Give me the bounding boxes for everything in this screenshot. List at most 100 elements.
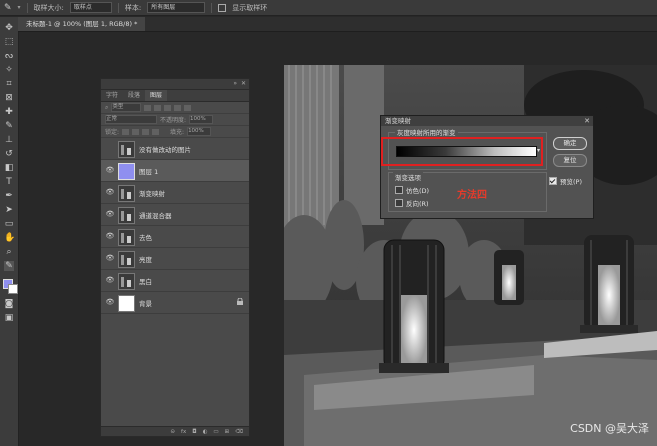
lock-pixels-icon[interactable] xyxy=(122,128,130,135)
sample-size-select[interactable]: 取样点 xyxy=(69,2,112,13)
stamp-tool-icon[interactable]: ⊥ xyxy=(4,135,14,145)
eye-icon[interactable]: 👁 xyxy=(105,297,115,307)
tab-character[interactable]: 字符 xyxy=(101,90,123,101)
hand-tool-icon[interactable]: ✋ xyxy=(4,233,15,243)
layer-name[interactable]: 去色 xyxy=(139,232,152,242)
path-select-icon[interactable]: ➤ xyxy=(4,205,14,215)
type-tool-icon[interactable]: T xyxy=(4,177,14,187)
layer-row[interactable]: 👁 通道混合器 xyxy=(101,204,249,226)
trash-icon[interactable]: ⌫ xyxy=(235,429,243,435)
visibility-off-icon[interactable] xyxy=(105,143,115,153)
eye-icon[interactable]: 👁 xyxy=(105,253,115,263)
lock-artboard-icon[interactable] xyxy=(142,128,150,135)
layer-thumbnail xyxy=(118,163,135,180)
reverse-option[interactable]: 反向(R) xyxy=(395,198,429,208)
close-icon[interactable]: ✕ xyxy=(241,79,246,89)
preview-option[interactable]: 预览(P) xyxy=(549,176,582,186)
screen-mode-icon[interactable]: ▣ xyxy=(4,313,14,323)
layer-name[interactable]: 通道混合器 xyxy=(139,210,172,220)
layer-row[interactable]: 👁 黑白 xyxy=(101,270,249,292)
close-icon[interactable]: ✕ xyxy=(584,116,590,126)
layer-row-selected[interactable]: 👁 图层 1 xyxy=(101,160,249,182)
dialog-title: 渐变映射 xyxy=(381,116,593,126)
reverse-checkbox[interactable] xyxy=(395,199,403,207)
preview-checkbox[interactable] xyxy=(549,177,557,185)
eye-icon[interactable]: 👁 xyxy=(105,275,115,285)
eyedropper-tool-icon[interactable]: ✎ xyxy=(4,261,14,271)
eye-icon[interactable]: 👁 xyxy=(105,187,115,197)
layer-thumbnail xyxy=(118,295,135,312)
panel-header[interactable]: » ✕ xyxy=(101,79,249,90)
divider xyxy=(26,2,28,13)
pen-tool-icon[interactable]: ✒ xyxy=(4,191,14,201)
blend-mode-select[interactable]: 正常 xyxy=(105,115,157,124)
eye-icon[interactable]: 👁 xyxy=(105,209,115,219)
layer-row[interactable]: 👁 渐变映射 xyxy=(101,182,249,204)
sample-size-label: 取样大小: xyxy=(33,3,64,12)
show-ring-checkbox[interactable] xyxy=(218,3,227,12)
layer-name[interactable]: 黑白 xyxy=(139,276,152,286)
lasso-tool-icon[interactable]: ᔓ xyxy=(4,51,14,61)
move-tool-icon[interactable]: ✥ xyxy=(4,23,14,33)
reset-button[interactable]: 复位 xyxy=(553,154,587,167)
dither-option[interactable]: 仿色(D) xyxy=(395,185,429,195)
quick-mask-icon[interactable]: ◙ xyxy=(4,299,14,309)
layer-row[interactable]: 👁 亮度 xyxy=(101,248,249,270)
filter-kind-select[interactable]: 类型 xyxy=(111,103,142,112)
layer-row[interactable]: 没有做改动的图片 xyxy=(101,138,249,160)
layer-name[interactable]: 图层 1 xyxy=(139,166,158,176)
frame-tool-icon[interactable]: ⊠ xyxy=(4,93,14,103)
quick-select-tool-icon[interactable]: ✧ xyxy=(4,65,14,75)
layer-list: 没有做改动的图片 👁 图层 1 👁 渐变映射 👁 通道混合器 👁 去色 👁 亮度 xyxy=(101,138,249,314)
tab-paragraph[interactable]: 段落 xyxy=(123,90,145,101)
chevron-down-icon[interactable]: ▾ xyxy=(18,4,21,11)
eye-icon[interactable]: 👁 xyxy=(105,231,115,241)
link-icon[interactable]: ⊝ xyxy=(170,429,175,435)
smart-filter-icon[interactable] xyxy=(184,104,192,111)
zoom-tool-icon[interactable]: ⌕ xyxy=(4,247,14,257)
opacity-input[interactable]: 100% xyxy=(189,115,214,124)
lock-label: 锁定: xyxy=(105,129,120,136)
collapse-icon[interactable]: » xyxy=(233,79,237,89)
pixel-filter-icon[interactable] xyxy=(144,104,152,111)
layer-name[interactable]: 渐变映射 xyxy=(139,188,165,198)
brush-tool-icon[interactable]: ✎ xyxy=(4,121,14,131)
lock-position-icon[interactable] xyxy=(132,128,140,135)
layer-row[interactable]: 👁 背景 xyxy=(101,292,249,314)
background-color-swatch[interactable] xyxy=(8,284,18,294)
document-tab[interactable]: 未标题-1 @ 100% (图层 1, RGB/8) * xyxy=(18,17,146,31)
fx-icon[interactable]: fx xyxy=(181,429,186,435)
history-brush-icon[interactable]: ↺ xyxy=(4,149,14,159)
folder-icon[interactable]: ▭ xyxy=(213,429,218,435)
layer-thumbnail xyxy=(118,273,135,290)
eraser-tool-icon[interactable]: ◧ xyxy=(4,163,14,173)
shape-tool-icon[interactable]: ▭ xyxy=(4,219,14,229)
mask-icon[interactable]: ◘ xyxy=(192,429,196,435)
marquee-tool-icon[interactable]: ⬚ xyxy=(4,37,14,47)
layer-name[interactable]: 没有做改动的图片 xyxy=(139,144,191,154)
layer-thumbnail xyxy=(118,141,135,158)
ok-button[interactable]: 确定 xyxy=(553,137,587,150)
sample-select[interactable]: 所有图层 xyxy=(147,2,206,13)
layer-name[interactable]: 亮度 xyxy=(139,254,152,264)
type-filter-icon[interactable] xyxy=(164,104,172,111)
watermark: CSDN @吴大泽 xyxy=(570,422,649,435)
shape-filter-icon[interactable] xyxy=(174,104,182,111)
adjustment-filter-icon[interactable] xyxy=(154,104,162,111)
eye-icon[interactable]: 👁 xyxy=(105,165,115,175)
layer-name[interactable]: 背景 xyxy=(139,298,152,308)
adjustment-icon[interactable]: ◐ xyxy=(203,429,208,435)
layer-thumbnail xyxy=(118,251,135,268)
crop-tool-icon[interactable]: ⌗ xyxy=(4,79,14,89)
panel-footer: ⊝ fx ◘ ◐ ▭ ⊞ ⌫ xyxy=(101,426,249,436)
dither-checkbox[interactable] xyxy=(395,186,403,194)
new-layer-icon[interactable]: ⊞ xyxy=(225,429,230,435)
reverse-label: 反向(R) xyxy=(406,200,429,208)
fill-input[interactable]: 100% xyxy=(187,127,212,136)
document-tab-bar: 未标题-1 @ 100% (图层 1, RGB/8) * xyxy=(18,17,657,32)
layer-row[interactable]: 👁 去色 xyxy=(101,226,249,248)
tab-layers[interactable]: 图层 xyxy=(145,90,168,101)
eyedropper-icon[interactable]: ✎ xyxy=(4,3,12,13)
lock-all-icon[interactable] xyxy=(152,128,160,135)
healing-brush-icon[interactable]: ✚ xyxy=(4,107,14,117)
